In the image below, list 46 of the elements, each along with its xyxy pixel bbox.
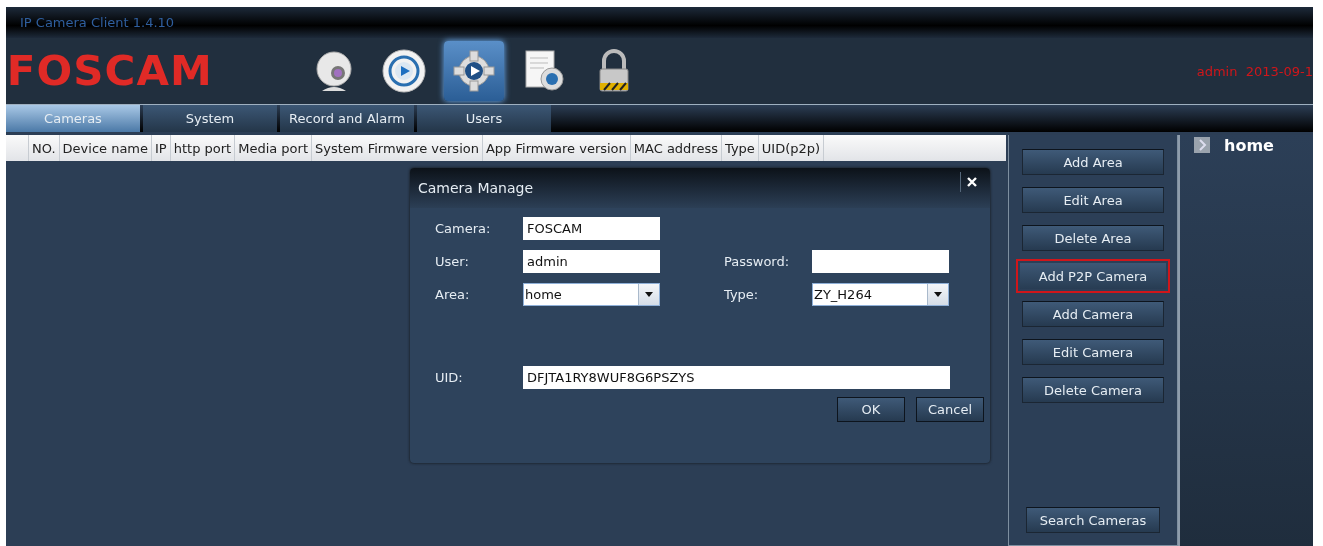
field-label: UID: <box>435 370 464 385</box>
toolbar-button[interactable] <box>444 41 504 101</box>
search-button[interactable]: Search Cameras <box>1026 507 1160 533</box>
caret-icon <box>934 292 942 297</box>
tab[interactable]: Users <box>417 105 551 132</box>
field-label: Camera: <box>435 221 492 236</box>
column-header: System Firmware version <box>312 135 483 161</box>
action-button[interactable]: Delete Area <box>1022 225 1164 251</box>
column-header: App Firmware version <box>482 135 631 161</box>
field-label: Password: <box>724 254 791 269</box>
column-header: Type <box>722 135 759 161</box>
tree-item[interactable]: home <box>1224 135 1274 155</box>
dialog-button[interactable]: Cancel <box>916 397 984 422</box>
action-button[interactable]: Edit Camera <box>1022 339 1164 365</box>
input-field[interactable]: admin <box>523 250 660 273</box>
action-button[interactable]: Add Area <box>1022 149 1164 175</box>
column-header: UID(p2p) <box>758 135 825 161</box>
input-field[interactable]: DFJTA1RY8WUF8G6PSZYS <box>523 366 950 389</box>
logo: FOSCAM <box>6 48 214 94</box>
dialog-title: Camera Manage <box>418 180 533 196</box>
input-field[interactable] <box>812 250 949 273</box>
action-button[interactable]: Add Camera <box>1022 301 1164 327</box>
user-info: admin 2013-09-1 <box>1196 63 1313 79</box>
play-icon <box>380 47 428 95</box>
action-button[interactable]: Edit Area <box>1022 187 1164 213</box>
column-header: NO. <box>29 135 60 161</box>
action-button[interactable]: Delete Camera <box>1022 377 1164 403</box>
action-button[interactable]: Add P2P Camera <box>1016 259 1170 293</box>
tab[interactable]: System <box>143 105 277 132</box>
dropdown[interactable]: home <box>523 283 660 306</box>
column-header: Media port <box>235 135 312 161</box>
caret-icon <box>645 292 653 297</box>
input-field[interactable]: FOSCAM <box>523 217 660 240</box>
dialog-button[interactable]: OK <box>837 397 905 422</box>
tab[interactable]: Record and Alarm <box>280 105 414 132</box>
field-label: Type: <box>724 287 760 302</box>
column-header: http port <box>170 135 236 161</box>
field-label: Area: <box>435 287 471 302</box>
column-header: MAC address <box>630 135 722 161</box>
close-icon <box>967 177 977 187</box>
window-title: IP Camera Client 1.4.10 <box>20 15 175 30</box>
dropdown[interactable]: ZY_H264 <box>812 283 949 306</box>
gear-icon <box>450 47 498 95</box>
field-label: User: <box>435 254 470 269</box>
column-header: Device name <box>59 135 153 161</box>
column-header: IP <box>152 135 171 161</box>
